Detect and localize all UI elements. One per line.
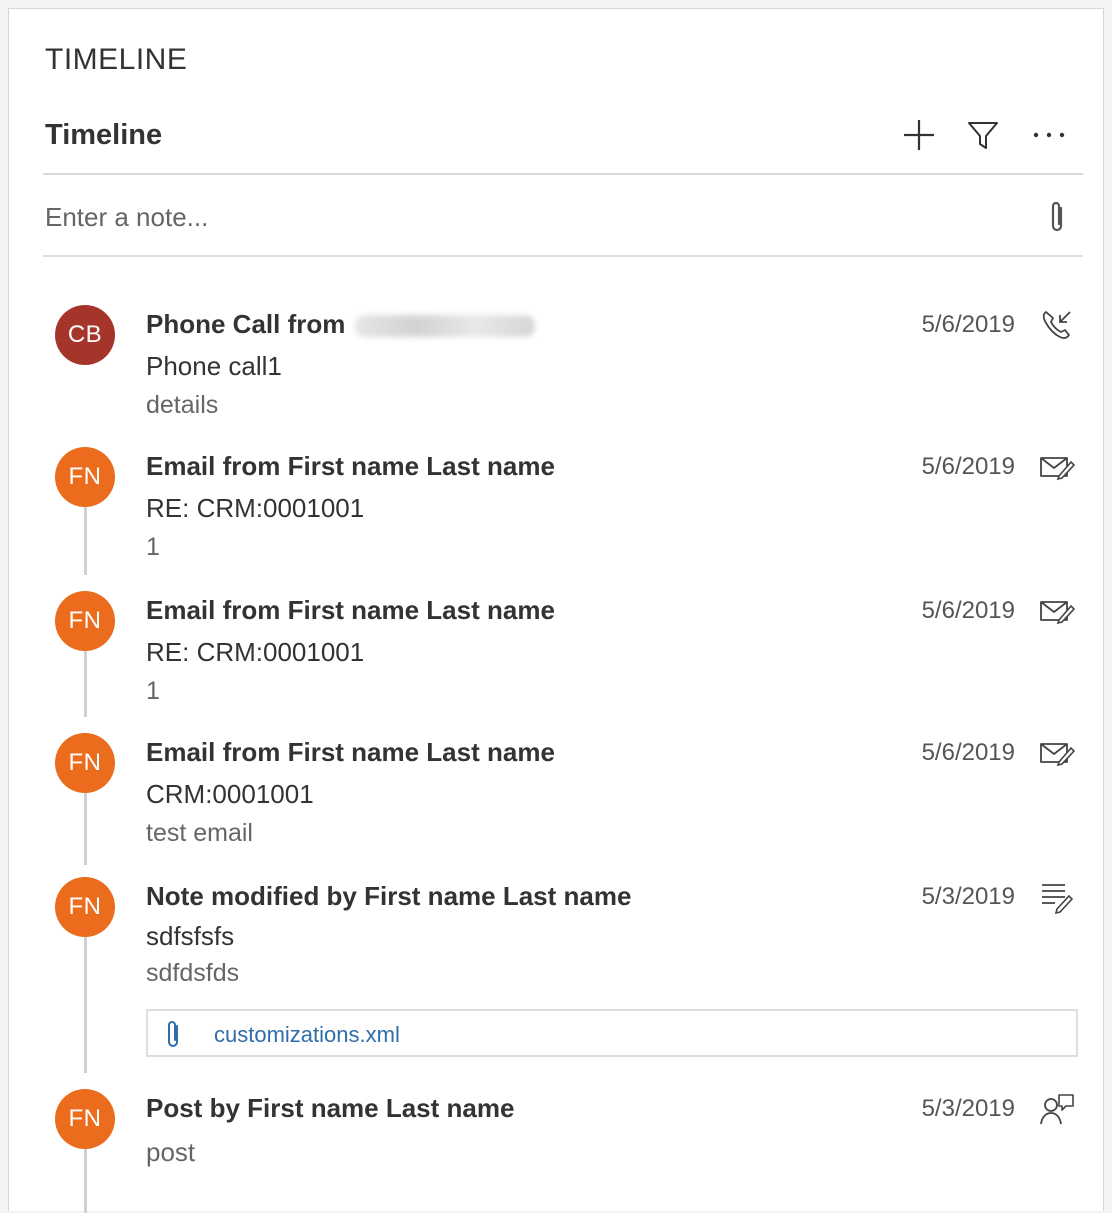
avatar: FN [55, 1089, 115, 1149]
avatar: FN [55, 447, 115, 507]
item-subject: sdfsfsfs [146, 921, 235, 951]
item-description: test email [146, 819, 253, 847]
item-title-text: Phone Call from [146, 309, 346, 339]
filter-icon[interactable] [963, 115, 1003, 155]
email-icon [1037, 447, 1077, 487]
email-icon [1037, 733, 1077, 773]
item-description: 1 [146, 533, 160, 561]
item-subject: RE: CRM:0001001 [146, 493, 365, 523]
avatar: FN [55, 733, 115, 793]
item-description: sdfdsfds [146, 959, 240, 987]
timeline-panel: TIMELINE Timeline CB Phone Call from Pho… [8, 8, 1104, 1213]
timeline-header: Timeline [43, 109, 1083, 175]
item-date: 5/6/2019 [921, 739, 1015, 766]
section-title: TIMELINE [45, 43, 188, 76]
attachment-box[interactable]: customizations.xml [146, 1009, 1078, 1057]
phone-call-icon [1037, 305, 1077, 345]
item-date: 5/6/2019 [921, 453, 1015, 480]
item-title: Phone Call from [146, 309, 536, 340]
note-input[interactable] [43, 199, 1007, 235]
email-icon [1037, 591, 1077, 631]
item-title: Email from First name Last name [146, 451, 555, 481]
item-subject: Phone call1 [146, 351, 282, 381]
item-subject: post [146, 1137, 196, 1167]
item-subject: RE: CRM:0001001 [146, 637, 365, 667]
item-date: 5/6/2019 [921, 597, 1015, 624]
more-icon[interactable] [1029, 115, 1069, 155]
plus-icon[interactable] [899, 115, 939, 155]
paperclip-icon[interactable] [1041, 197, 1073, 237]
item-date: 5/3/2019 [921, 1095, 1015, 1122]
item-title: Email from First name Last name [146, 595, 555, 625]
redacted-name [355, 315, 536, 338]
item-title: Post by First name Last name [146, 1093, 515, 1123]
item-date: 5/6/2019 [921, 311, 1015, 338]
attachment-link[interactable]: customizations.xml [214, 1022, 400, 1048]
item-description: details [146, 391, 219, 419]
note-row [43, 187, 1083, 257]
avatar: CB [55, 305, 115, 365]
item-title: Note modified by First name Last name [146, 881, 632, 911]
post-icon [1037, 1089, 1077, 1129]
timeline-label: Timeline [45, 119, 163, 151]
item-subject: CRM:0001001 [146, 779, 314, 809]
connector-line [84, 923, 87, 1073]
avatar: FN [55, 591, 115, 651]
item-description: 1 [146, 677, 160, 705]
item-date: 5/3/2019 [921, 883, 1015, 910]
avatar: FN [55, 877, 115, 937]
item-title: Email from First name Last name [146, 737, 555, 767]
paperclip-icon [160, 1019, 186, 1049]
note-icon [1037, 877, 1077, 917]
